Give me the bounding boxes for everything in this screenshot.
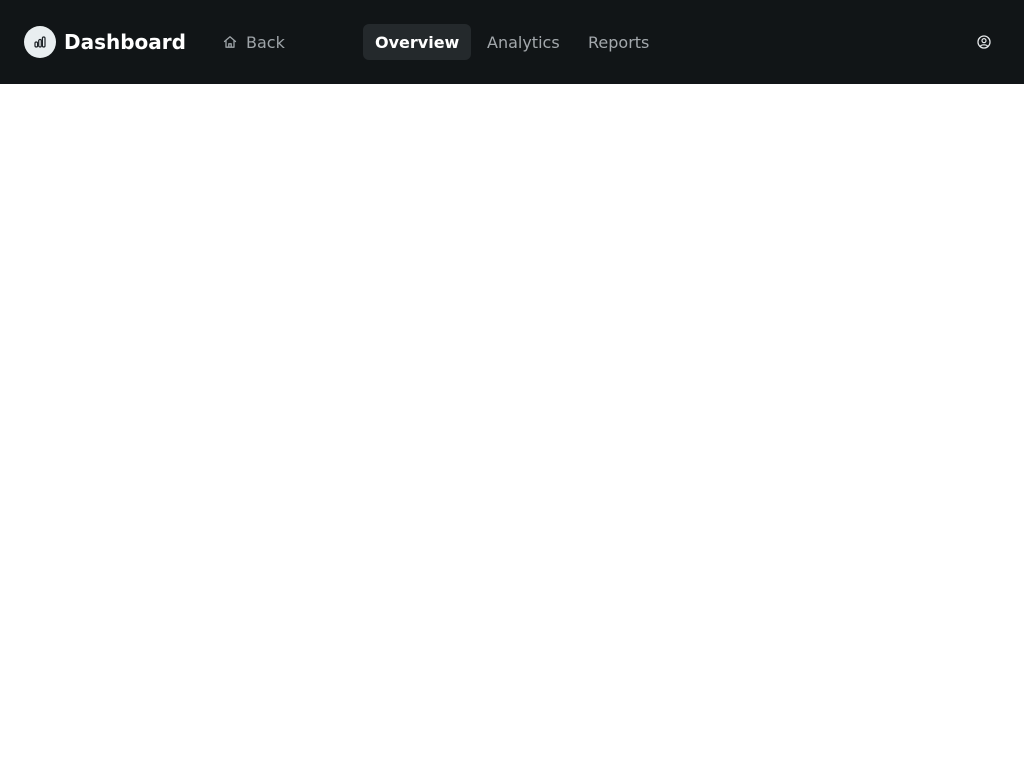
back-label: Back (246, 32, 285, 52)
tab-overview-label: Overview (375, 32, 460, 52)
user-circle-icon (977, 35, 991, 49)
tab-reports[interactable]: Reports (576, 24, 661, 60)
profile-button[interactable] (974, 32, 994, 52)
main-content-area (0, 84, 1024, 768)
tab-overview[interactable]: Overview (363, 24, 471, 60)
bar-chart-icon (24, 26, 56, 58)
top-navigation-bar: Dashboard Back Overview Analytics Report… (0, 0, 1024, 84)
tab-reports-label: Reports (588, 32, 650, 52)
app-title: Dashboard (64, 30, 186, 54)
tab-analytics-label: Analytics (487, 32, 560, 52)
brand-home-link[interactable]: Dashboard (24, 26, 186, 58)
home-icon (222, 34, 238, 50)
back-link[interactable]: Back (222, 26, 285, 58)
tab-analytics[interactable]: Analytics (475, 24, 572, 60)
